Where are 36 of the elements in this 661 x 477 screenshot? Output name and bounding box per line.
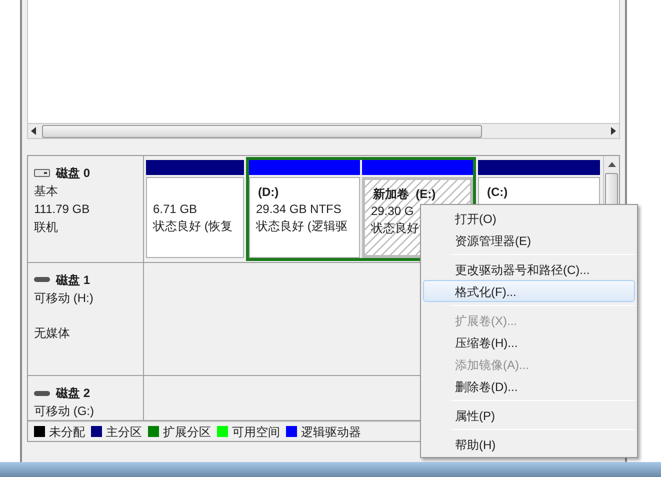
partition-detail: 6.71 GB xyxy=(153,201,198,218)
disk-detail: 可移动 (G:) xyxy=(34,403,95,420)
menu-item[interactable]: 更改驱动器号和路径(C)... xyxy=(423,258,635,280)
legend-label: 未分配 xyxy=(49,424,85,440)
legend-label: 扩展分区 xyxy=(163,424,211,440)
disk-detail: 可移动 (H:) xyxy=(34,290,94,307)
disk-detail: 基本 xyxy=(34,183,59,200)
disk-name: 磁盘 2 xyxy=(56,385,90,402)
scroll-left-icon[interactable] xyxy=(31,127,36,135)
scroll-up-icon[interactable] xyxy=(608,162,616,167)
legend-label: 主分区 xyxy=(106,424,142,440)
disk-name: 磁盘 1 xyxy=(56,272,90,289)
legend-label: 逻辑驱动器 xyxy=(301,424,361,440)
scroll-right-icon[interactable] xyxy=(611,127,616,135)
disk-name: 磁盘 0 xyxy=(56,165,90,182)
menu-item[interactable]: 属性(P) xyxy=(423,404,635,426)
disk-detail: 联机 xyxy=(34,219,59,236)
partition-block[interactable]: (D:) 29.34 GB NTFS 状态良好 (逻辑驱 xyxy=(249,177,360,258)
menu-item[interactable]: 帮助(H) xyxy=(423,433,635,455)
disk-detail: 111.79 GB xyxy=(34,201,91,218)
partition-label: (C:) xyxy=(486,184,509,201)
partition-detail: 状态良好 xyxy=(371,220,420,237)
partition-detail: 29.30 G xyxy=(371,203,415,220)
partition-detail: 状态良好 (逻辑驱 xyxy=(256,218,348,235)
menu-item[interactable]: 压缩卷(H)... xyxy=(423,331,635,353)
menu-item[interactable]: 格式化(F)... xyxy=(423,280,635,302)
disk-status: 无媒体 xyxy=(34,324,71,342)
horizontal-scrollbar[interactable] xyxy=(27,123,620,139)
partition-label: (D:) xyxy=(257,184,280,201)
partition-detail: 状态良好 (恢复 xyxy=(153,218,234,235)
menu-item[interactable]: 删除卷(D)... xyxy=(423,375,635,397)
partition-block[interactable]: 6.71 GB 状态良好 (恢复 xyxy=(146,177,244,258)
legend-label: 可用空间 xyxy=(232,424,280,440)
partition-detail: 29.34 GB NTFS xyxy=(256,201,342,218)
scrollbar-thumb[interactable] xyxy=(42,124,482,138)
partition-label: 新加卷 (E:) xyxy=(372,186,437,203)
